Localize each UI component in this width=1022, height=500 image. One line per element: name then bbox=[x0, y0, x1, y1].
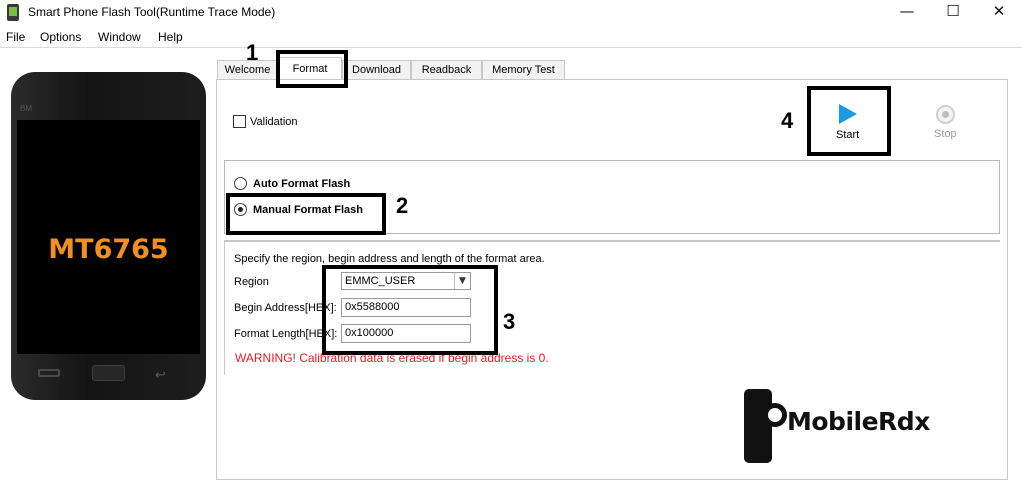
format-area-instruction: Specify the region, begin address and le… bbox=[234, 253, 545, 265]
back-key-icon: ↩ bbox=[155, 367, 166, 382]
step-1-number: 1 bbox=[246, 40, 259, 65]
chipset-label: MT6765 bbox=[48, 234, 169, 265]
phone-brand-mark: BM bbox=[20, 104, 32, 113]
tab-readback[interactable]: Readback bbox=[411, 60, 482, 80]
watermark-logo: MobileRdx bbox=[787, 407, 930, 436]
step-2-number: 2 bbox=[396, 193, 409, 218]
auto-format-label: Auto Format Flash bbox=[253, 178, 351, 190]
watermark-gear-icon bbox=[763, 403, 787, 427]
watermark-phone-icon bbox=[744, 389, 772, 463]
step-4-highlight bbox=[807, 86, 891, 156]
auto-format-radio[interactable] bbox=[234, 177, 247, 190]
maximize-button[interactable]: ☐ bbox=[930, 0, 976, 24]
menu-window[interactable]: Window bbox=[98, 30, 141, 44]
region-label: Region bbox=[234, 276, 269, 288]
close-button[interactable]: ✕ bbox=[976, 0, 1022, 24]
step-2-highlight bbox=[226, 193, 386, 235]
window-title: Smart Phone Flash Tool(Runtime Trace Mod… bbox=[28, 5, 276, 19]
menu-options[interactable]: Options bbox=[40, 30, 81, 44]
menu-help[interactable]: Help bbox=[158, 30, 183, 44]
app-icon bbox=[7, 4, 19, 21]
step-3-highlight bbox=[322, 265, 498, 355]
tab-download[interactable]: Download bbox=[342, 60, 411, 80]
menu-file[interactable]: File bbox=[6, 30, 25, 44]
step-3-number: 3 bbox=[503, 309, 516, 334]
menu-bar bbox=[0, 26, 1022, 47]
home-key-icon bbox=[92, 365, 125, 381]
minimize-button[interactable]: — bbox=[884, 0, 930, 24]
stop-icon bbox=[936, 105, 955, 124]
validation-label: Validation bbox=[250, 116, 298, 128]
stop-label: Stop bbox=[934, 128, 957, 140]
tab-memory-test[interactable]: Memory Test bbox=[482, 60, 565, 80]
step-4-number: 4 bbox=[781, 108, 794, 133]
validation-checkbox[interactable] bbox=[233, 115, 246, 128]
menu-divider bbox=[0, 47, 1022, 48]
menu-key-icon bbox=[38, 369, 60, 377]
step-1-highlight bbox=[276, 50, 348, 88]
